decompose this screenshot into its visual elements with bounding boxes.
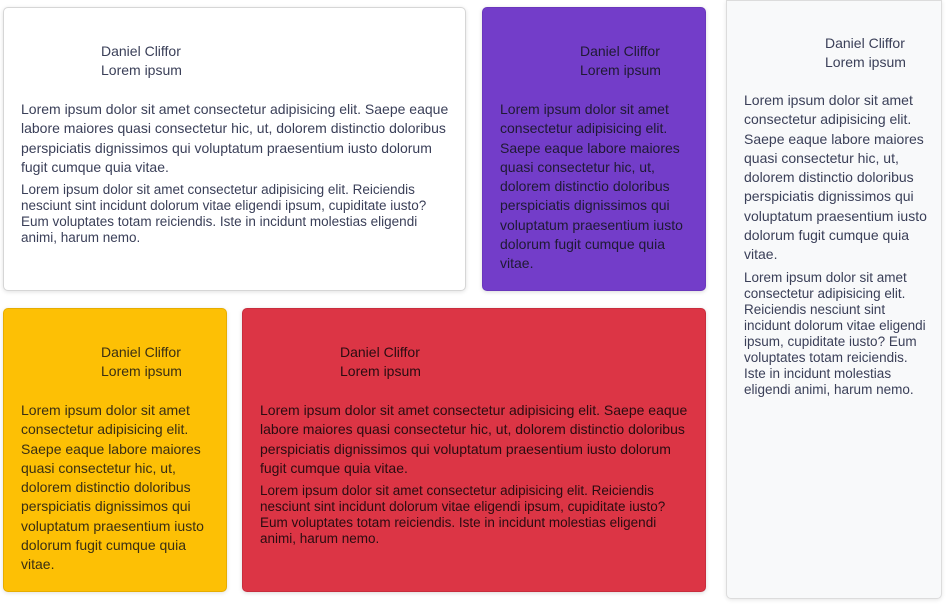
testimonial-text-secondary: Lorem ipsum dolor sit amet consectetur a… bbox=[260, 483, 666, 547]
author-name: Daniel Cliffor bbox=[101, 43, 181, 59]
card-header: Daniel Cliffor Lorem ipsum bbox=[101, 42, 451, 80]
testimonial-card-yellow: Daniel Cliffor Lorem ipsum Lorem ipsum d… bbox=[3, 308, 227, 592]
testimonial-card-gray: Daniel Cliffor Lorem ipsum Lorem ipsum d… bbox=[726, 0, 942, 599]
testimonial-text: Lorem ipsum dolor sit amet consectetur a… bbox=[21, 101, 449, 175]
testimonial-card-purple: Daniel Cliffor Lorem ipsum Lorem ipsum d… bbox=[482, 7, 706, 291]
author-name: Daniel Cliffor bbox=[101, 344, 181, 360]
testimonial-text: Lorem ipsum dolor sit amet consectetur a… bbox=[500, 101, 683, 272]
testimonial-card-white: Daniel Cliffor Lorem ipsum Lorem ipsum d… bbox=[3, 7, 466, 291]
card-header: Daniel Cliffor Lorem ipsum bbox=[340, 343, 691, 381]
author-name: Daniel Cliffor bbox=[340, 344, 420, 360]
testimonial-card-red: Daniel Cliffor Lorem ipsum Lorem ipsum d… bbox=[242, 308, 706, 592]
testimonial-text: Lorem ipsum dolor sit amet consectetur a… bbox=[21, 402, 204, 573]
testimonial-grid: Daniel Cliffor Lorem ipsum Lorem ipsum d… bbox=[0, 0, 951, 607]
author-subtitle: Lorem ipsum bbox=[340, 363, 421, 379]
author-name: Daniel Cliffor bbox=[825, 35, 905, 51]
testimonial-text: Lorem ipsum dolor sit amet consectetur a… bbox=[744, 92, 927, 263]
author-subtitle: Lorem ipsum bbox=[101, 363, 182, 379]
author-name: Daniel Cliffor bbox=[580, 43, 660, 59]
author-subtitle: Lorem ipsum bbox=[580, 62, 661, 78]
author-subtitle: Lorem ipsum bbox=[825, 54, 906, 70]
testimonial-text: Lorem ipsum dolor sit amet consectetur a… bbox=[260, 402, 688, 476]
testimonial-text-secondary: Lorem ipsum dolor sit amet consectetur a… bbox=[744, 269, 926, 397]
card-header: Daniel Cliffor Lorem ipsum bbox=[101, 343, 212, 381]
author-subtitle: Lorem ipsum bbox=[101, 62, 182, 78]
card-header: Daniel Cliffor Lorem ipsum bbox=[580, 42, 691, 80]
testimonial-text-secondary: Lorem ipsum dolor sit amet consectetur a… bbox=[21, 182, 427, 246]
card-header: Daniel Cliffor Lorem ipsum bbox=[825, 34, 927, 72]
